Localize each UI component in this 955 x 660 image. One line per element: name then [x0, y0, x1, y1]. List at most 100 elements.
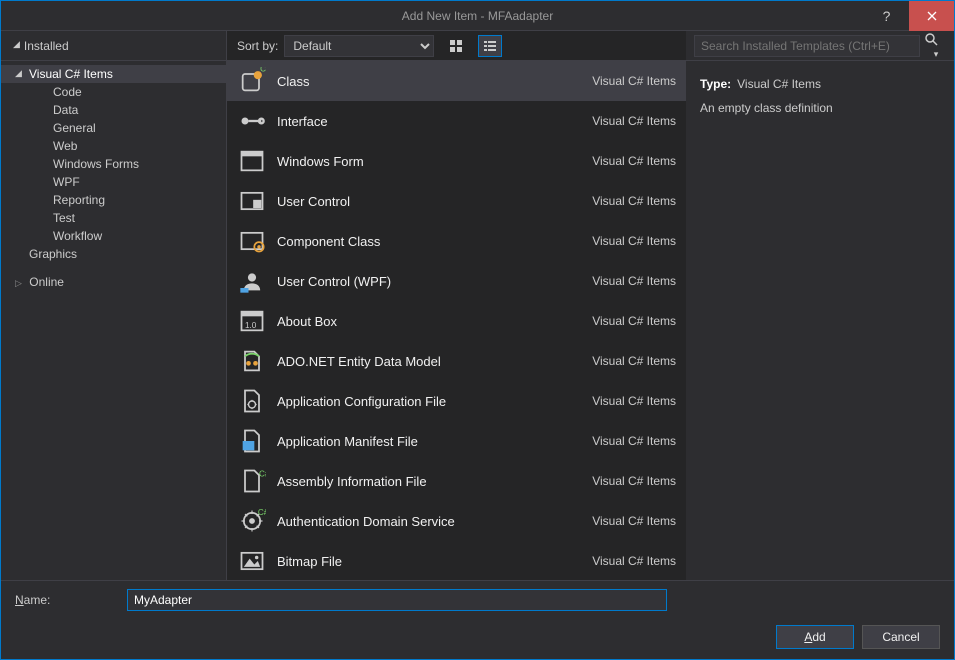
- template-row-ado-net-entity-data-model[interactable]: ADO.NET Entity Data ModelVisual C# Items: [227, 341, 686, 381]
- sort-by-select[interactable]: Default: [284, 35, 434, 57]
- installed-label: Installed: [24, 39, 69, 53]
- svg-text:C#: C#: [258, 508, 266, 517]
- assemblyinfo-icon: C#: [237, 466, 267, 496]
- template-name: Class: [277, 74, 592, 89]
- cancel-button[interactable]: Cancel: [862, 625, 940, 649]
- template-list[interactable]: C#ClassVisual C# ItemsInterfaceVisual C#…: [227, 61, 686, 580]
- triangle-right-icon: ▷: [15, 278, 22, 288]
- template-row-user-control[interactable]: User ControlVisual C# Items: [227, 181, 686, 221]
- template-row-authentication-domain-service[interactable]: C#Authentication Domain ServiceVisual C#…: [227, 501, 686, 541]
- close-icon: [927, 11, 937, 21]
- sidebar-item-online[interactable]: ▷ Online: [1, 273, 226, 291]
- template-category: Visual C# Items: [592, 114, 676, 128]
- template-name: Interface: [277, 114, 592, 129]
- template-category: Visual C# Items: [592, 194, 676, 208]
- sidebar-item-data[interactable]: Data: [1, 101, 226, 119]
- template-row-class[interactable]: C# ClassVisual C# Items: [227, 61, 686, 101]
- triangle-down-icon: ◢: [15, 68, 22, 79]
- component-icon: [237, 226, 267, 256]
- template-row-interface[interactable]: InterfaceVisual C# Items: [227, 101, 686, 141]
- svg-text:C#: C#: [259, 469, 266, 478]
- close-button[interactable]: [909, 1, 954, 31]
- info-type-line: Type:Visual C# Items: [700, 77, 940, 91]
- usercontrol-icon: [237, 186, 267, 216]
- template-name: Application Manifest File: [277, 434, 592, 449]
- sidebar-item-reporting[interactable]: Reporting: [1, 191, 226, 209]
- list-icon: [483, 39, 497, 53]
- svg-text:1.0: 1.0: [245, 321, 257, 330]
- aboutbox-icon: 1.0: [237, 306, 267, 336]
- adonet-icon: [237, 346, 267, 376]
- window-controls: ?: [864, 1, 954, 31]
- sort-by-label: Sort by:: [237, 39, 278, 53]
- search-bar: ▾: [686, 31, 954, 60]
- sidebar: ◢ Visual C# Items CodeDataGeneralWebWind…: [1, 61, 226, 580]
- class-icon: C#: [237, 66, 267, 96]
- sidebar-item-code[interactable]: Code: [1, 83, 226, 101]
- titlebar: Add New Item - MFAadapter ?: [1, 1, 954, 31]
- template-name: User Control (WPF): [277, 274, 592, 289]
- sidebar-item-web[interactable]: Web: [1, 137, 226, 155]
- triangle-down-icon: ◢: [13, 39, 20, 50]
- template-category: Visual C# Items: [592, 74, 676, 88]
- template-row-about-box[interactable]: 1.0 About BoxVisual C# Items: [227, 301, 686, 341]
- template-name: ADO.NET Entity Data Model: [277, 354, 592, 369]
- help-button[interactable]: ?: [864, 1, 909, 31]
- template-row-component-class[interactable]: Component ClassVisual C# Items: [227, 221, 686, 261]
- search-icon: [924, 32, 938, 46]
- template-row-application-manifest-file[interactable]: Application Manifest FileVisual C# Items: [227, 421, 686, 461]
- sidebar-item-general[interactable]: General: [1, 119, 226, 137]
- template-name: User Control: [277, 194, 592, 209]
- name-label: Name:: [15, 593, 115, 607]
- template-category: Visual C# Items: [592, 474, 676, 488]
- dialog-title: Add New Item - MFAadapter: [402, 9, 553, 23]
- appconfig-icon: [237, 386, 267, 416]
- template-name: Windows Form: [277, 154, 592, 169]
- name-input[interactable]: [127, 589, 667, 611]
- template-category: Visual C# Items: [592, 314, 676, 328]
- template-name: Assembly Information File: [277, 474, 592, 489]
- sidebar-item-test[interactable]: Test: [1, 209, 226, 227]
- sort-bar: Sort by: Default: [226, 31, 686, 60]
- authservice-icon: C#: [237, 506, 267, 536]
- button-row: Add Cancel: [15, 625, 940, 649]
- template-category: Visual C# Items: [592, 434, 676, 448]
- template-row-bitmap-file[interactable]: Bitmap FileVisual C# Items: [227, 541, 686, 580]
- add-new-item-dialog: Add New Item - MFAadapter ? ◢ Installed …: [0, 0, 955, 660]
- svg-text:C#: C#: [260, 67, 266, 74]
- manifest-icon: [237, 426, 267, 456]
- search-button[interactable]: ▾: [924, 32, 946, 60]
- template-category: Visual C# Items: [592, 554, 676, 568]
- sidebar-header-installed[interactable]: ◢ Installed: [1, 31, 226, 60]
- sidebar-item-windows-forms[interactable]: Windows Forms: [1, 155, 226, 173]
- template-name: Application Configuration File: [277, 394, 592, 409]
- search-input[interactable]: [694, 35, 920, 57]
- template-row-assembly-information-file[interactable]: C# Assembly Information FileVisual C# Ite…: [227, 461, 686, 501]
- sidebar-item-wpf[interactable]: WPF: [1, 173, 226, 191]
- template-category: Visual C# Items: [592, 154, 676, 168]
- template-row-application-configuration-file[interactable]: Application Configuration FileVisual C# …: [227, 381, 686, 421]
- sidebar-item-graphics[interactable]: Graphics: [1, 245, 226, 263]
- template-name: About Box: [277, 314, 592, 329]
- bitmap-icon: [237, 546, 267, 576]
- sidebar-item-workflow[interactable]: Workflow: [1, 227, 226, 245]
- view-list-button[interactable]: [478, 35, 502, 57]
- template-name: Bitmap File: [277, 554, 592, 569]
- template-row-user-control-wpf-[interactable]: User Control (WPF)Visual C# Items: [227, 261, 686, 301]
- interface-icon: [237, 106, 267, 136]
- template-name: Component Class: [277, 234, 592, 249]
- template-row-windows-form[interactable]: Windows FormVisual C# Items: [227, 141, 686, 181]
- main-area: ◢ Visual C# Items CodeDataGeneralWebWind…: [1, 61, 954, 580]
- bottom-panel: Name: Add Cancel: [1, 580, 954, 659]
- template-category: Visual C# Items: [592, 354, 676, 368]
- template-category: Visual C# Items: [592, 234, 676, 248]
- form-icon: [237, 146, 267, 176]
- add-button[interactable]: Add: [776, 625, 854, 649]
- usercontrol-wpf-icon: [237, 266, 267, 296]
- view-tiles-button[interactable]: [444, 35, 468, 57]
- info-description: An empty class definition: [700, 101, 940, 115]
- info-panel: Type:Visual C# Items An empty class defi…: [686, 61, 954, 580]
- sidebar-item-visual-csharp-items[interactable]: ◢ Visual C# Items: [1, 65, 226, 83]
- template-category: Visual C# Items: [592, 514, 676, 528]
- template-category: Visual C# Items: [592, 394, 676, 408]
